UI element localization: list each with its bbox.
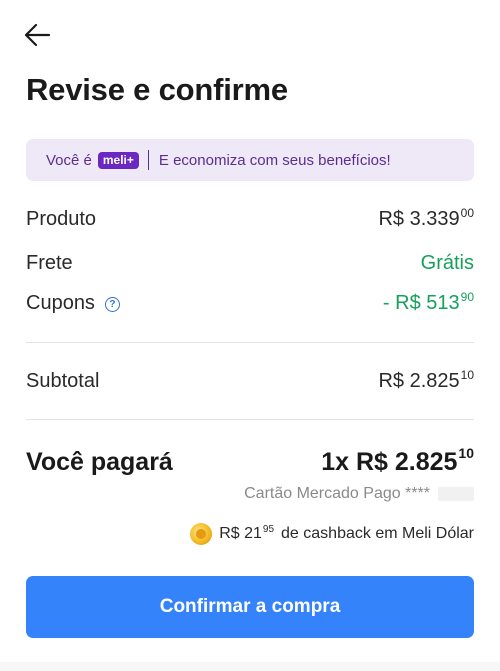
total-value: 1x R$ 2.82510 [321, 445, 474, 476]
banner-text: E economiza com seus benefícios! [158, 151, 391, 169]
bottom-bar [0, 662, 500, 671]
meli-plus-badge: meli+ [97, 151, 139, 169]
produto-cents: 00 [460, 206, 474, 220]
total-label: Você pagará [26, 448, 173, 476]
subtotal-value: R$ 2.82510 [378, 368, 474, 392]
question-circle-icon[interactable]: ? [104, 297, 120, 312]
banner-prefix: Você é [46, 151, 92, 169]
confirm-purchase-button[interactable]: Confirmar a compra [26, 576, 474, 638]
card-text: Cartão Mercado Pago **** [244, 485, 430, 502]
frete-row: Frete Grátis [26, 252, 474, 275]
cupons-cents: 90 [460, 290, 474, 304]
card-number-mask [438, 487, 474, 501]
cupons-label: Cupons [26, 292, 95, 314]
cashback-info: R$ 2195 de cashback em Meli Dólar [190, 523, 474, 545]
frete-value: Grátis [420, 252, 474, 274]
subtotal-label: Subtotal [26, 370, 100, 392]
cashback-amount: R$ 2195 [219, 524, 275, 542]
meli-dolar-coin-icon [190, 523, 213, 545]
frete-label: Frete [26, 252, 73, 274]
cashback-cents: 95 [262, 524, 275, 535]
subtotal-cents: 10 [460, 368, 474, 382]
produto-value: R$ 3.33900 [378, 206, 474, 230]
subtotal-row: Subtotal R$ 2.82510 [26, 368, 474, 393]
cupons-row: Cupons ? - R$ 51390 [26, 290, 474, 315]
produto-row: Produto R$ 3.33900 [26, 206, 474, 231]
meli-plus-banner: Você é meli+ E economiza com seus benefí… [26, 139, 474, 181]
cashback-text: de cashback em Meli Dólar [281, 525, 474, 542]
total-row: Você pagará 1x R$ 2.82510 [26, 445, 474, 477]
cupons-value: - R$ 51390 [382, 290, 474, 314]
total-cents: 10 [458, 445, 474, 461]
arrow-left-icon [24, 23, 51, 47]
back-button[interactable] [18, 16, 56, 54]
banner-divider [147, 150, 149, 170]
divider [26, 342, 474, 343]
payment-method: Cartão Mercado Pago **** [244, 485, 474, 503]
page-title: Revise e confirme [26, 72, 288, 107]
divider [26, 419, 474, 420]
produto-label: Produto [26, 208, 97, 230]
